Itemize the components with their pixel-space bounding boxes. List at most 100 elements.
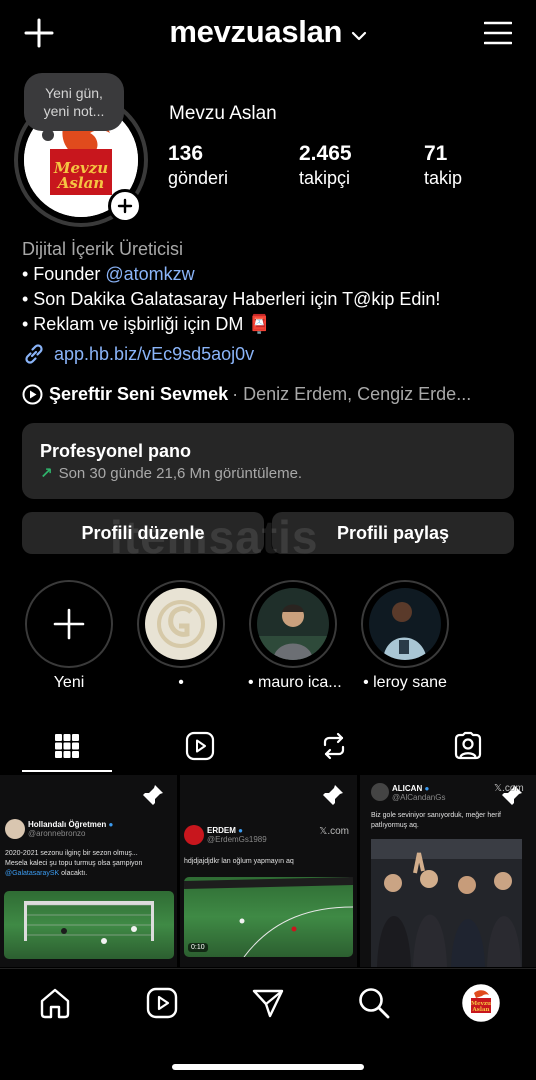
post-text-line3-end: olacaktı. bbox=[59, 870, 88, 877]
post-author-name: ERDEM bbox=[207, 826, 236, 835]
highlight-galatasaray[interactable]: • bbox=[136, 580, 226, 692]
post-tile[interactable]: Hollandalı Öğretmen ● @aronnebronzo 2020… bbox=[0, 775, 177, 967]
share-profile-label: Profili paylaş bbox=[336, 522, 450, 543]
post-author-handle: @ErdemGs1989 bbox=[207, 835, 267, 844]
bio-line1-prefix: • Founder bbox=[22, 264, 106, 284]
post-text: 2020-2021 sezonu ilginç bir sezon olmuş.… bbox=[5, 849, 175, 879]
post-author: ERDEM ● @ErdemGs1989 bbox=[207, 826, 267, 844]
bio-line3: • Reklam ve işbirliği için DM 📮 bbox=[22, 314, 271, 334]
note-bubble[interactable]: Yeni gün, yeni not... bbox=[24, 73, 124, 141]
bio-mention-link[interactable]: @atomkzw bbox=[105, 264, 194, 284]
highlight-label: • leroy sane bbox=[363, 674, 447, 691]
watermark: itemsatis bbox=[110, 511, 319, 563]
bio-line2: • Son Dakika Galatasaray Haberleri için … bbox=[22, 289, 441, 309]
nav-reels[interactable] bbox=[142, 983, 182, 1023]
post-tile[interactable]: ALICAN ● @AlCandanGs 𝕏.com Biz gole sevi… bbox=[360, 775, 536, 967]
professional-dashboard[interactable]: Profesyonel pano ↗ Son 30 günde 21,6 Mn … bbox=[22, 423, 514, 499]
home-icon bbox=[40, 988, 70, 1019]
nav-search[interactable] bbox=[354, 983, 394, 1023]
display-name: Mevzu Aslan bbox=[169, 103, 277, 124]
verified-icon: ● bbox=[424, 784, 430, 793]
tab-reels[interactable] bbox=[155, 722, 245, 770]
add-story-button[interactable] bbox=[108, 189, 142, 223]
galatasaray-logo-image bbox=[145, 588, 217, 660]
post-text-line1: Biz gole seviniyor sanıyorduk, meğer her… bbox=[371, 812, 501, 819]
posts-grid: Hollandalı Öğretmen ● @aronnebronzo 2020… bbox=[0, 775, 536, 967]
bio-line1: • Founder @atomkzw bbox=[22, 262, 522, 287]
avatar-logo-text: Mevzu Aslan bbox=[50, 161, 112, 191]
x-brand-label: 𝕏.com bbox=[494, 783, 524, 794]
stat-followers[interactable]: 2.465 takipçi bbox=[299, 143, 352, 191]
tagged-person-icon bbox=[454, 731, 482, 760]
stat-following-value: 71 bbox=[424, 142, 448, 165]
hamburger-menu-icon[interactable] bbox=[483, 20, 513, 46]
stat-followers-label: takipçi bbox=[299, 168, 351, 188]
avatar-logo-line2: Aslan bbox=[57, 174, 105, 192]
post-author-name: Hollandalı Öğretmen bbox=[28, 820, 107, 829]
top-bar: mevzuaslan bbox=[0, 0, 536, 70]
post-text-line1: 2020-2021 sezonu ilginç bir sezon olmuş.… bbox=[5, 850, 138, 857]
tab-tagged[interactable] bbox=[423, 722, 513, 770]
post-author-avatar bbox=[184, 825, 204, 845]
stat-followers-value: 2.465 bbox=[299, 142, 352, 165]
nav-avatar-logo-line2: Aslan bbox=[471, 1007, 489, 1013]
home-indicator bbox=[172, 1064, 364, 1070]
search-icon bbox=[359, 988, 390, 1019]
highlight-label: Yeni bbox=[53, 674, 85, 691]
post-photo bbox=[371, 839, 522, 967]
stat-posts[interactable]: 136 gönderi bbox=[168, 143, 228, 191]
post-author-name: ALICAN bbox=[392, 784, 423, 793]
highlight-ring bbox=[25, 580, 113, 668]
account-switcher[interactable]: mevzuaslan bbox=[0, 14, 536, 50]
stat-following-label: takip bbox=[424, 168, 463, 188]
profile-tabs bbox=[0, 722, 536, 774]
active-tab-indicator bbox=[22, 770, 112, 772]
nav-home[interactable] bbox=[35, 983, 75, 1023]
post-video-thumbnail bbox=[183, 877, 354, 958]
chevron-down-icon[interactable] bbox=[351, 29, 367, 47]
tab-reposts[interactable] bbox=[289, 722, 379, 770]
dashboard-title: Profesyonel pano bbox=[40, 441, 192, 461]
highlight-ring bbox=[361, 580, 449, 668]
profile-music[interactable]: Şereftir Seni Sevmek · Deniz Erdem, Ceng… bbox=[22, 384, 522, 405]
verified-icon: ● bbox=[238, 826, 243, 835]
bottom-navigation: Mevzu Aslan bbox=[0, 968, 536, 1080]
post-video-thumbnail bbox=[4, 891, 174, 959]
nav-messages[interactable] bbox=[248, 983, 288, 1023]
plus-icon bbox=[117, 198, 133, 214]
video-duration: 0:10 bbox=[188, 943, 208, 952]
bio-link[interactable]: app.hb.biz/vEc9sd5aoj0v bbox=[22, 342, 254, 366]
verified-icon: ● bbox=[108, 820, 114, 829]
highlight-ring bbox=[249, 580, 337, 668]
post-author-handle: @AlCandanGs bbox=[392, 793, 446, 802]
pin-icon bbox=[141, 783, 165, 812]
plus-icon bbox=[53, 608, 85, 640]
post-text-line2: patlıyormuş aq. bbox=[371, 822, 419, 829]
post-author-handle: @aronnebronzo bbox=[28, 829, 86, 838]
highlight-ring bbox=[137, 580, 225, 668]
stat-following[interactable]: 71 takip bbox=[424, 143, 462, 191]
note-text-line2: yeni not... bbox=[43, 103, 105, 119]
post-author: Hollandalı Öğretmen ● @aronnebronzo bbox=[28, 820, 113, 838]
post-mention: @GalatasaraySK bbox=[5, 870, 60, 877]
trend-up-icon: ↗ bbox=[40, 465, 53, 482]
tab-grid[interactable] bbox=[22, 722, 112, 770]
note-text-line1: Yeni gün, bbox=[45, 85, 103, 101]
repost-icon bbox=[323, 732, 345, 760]
x-brand-label: 𝕏.com bbox=[319, 826, 349, 837]
stat-posts-value: 136 bbox=[168, 142, 204, 165]
highlight-leroy-sane[interactable]: • leroy sane bbox=[360, 580, 450, 692]
post-text-line3: @GalatasaraySK olacaktı. bbox=[5, 869, 175, 879]
username[interactable]: mevzuaslan bbox=[169, 14, 342, 49]
highlight-mauro-icardi[interactable]: • mauro ica... bbox=[248, 580, 342, 692]
pin-icon bbox=[321, 783, 345, 812]
reels-icon bbox=[185, 731, 215, 761]
profile-avatar-icon: Mevzu Aslan bbox=[462, 984, 500, 1022]
nav-profile[interactable]: Mevzu Aslan bbox=[461, 983, 501, 1023]
bio-link-text[interactable]: app.hb.biz/vEc9sd5aoj0v bbox=[54, 344, 254, 365]
highlight-label: • mauro ica... bbox=[248, 674, 342, 691]
music-title: Şereftir Seni Sevmek bbox=[49, 384, 229, 404]
highlight-new[interactable]: Yeni bbox=[24, 580, 114, 692]
music-artists: · Deniz Erdem, Cengiz Erde... bbox=[232, 384, 472, 404]
post-tile[interactable]: ERDEM ● @ErdemGs1989 𝕏.com hdjdjajdjdkr … bbox=[180, 775, 357, 967]
